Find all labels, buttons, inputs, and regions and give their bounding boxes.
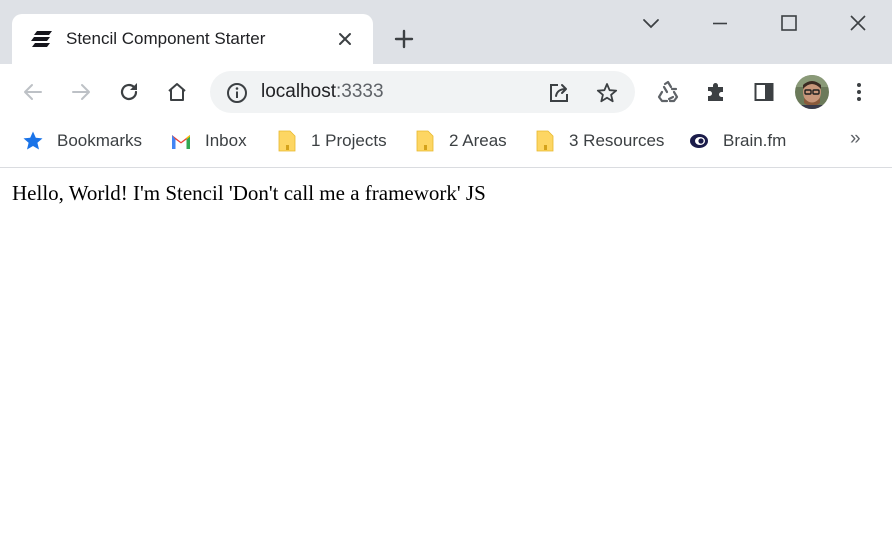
bookmark-brainfm[interactable]: Brain.fm (688, 128, 786, 154)
site-info-icon[interactable] (226, 82, 248, 104)
page-content: Hello, World! I'm Stencil 'Don't call me… (0, 168, 892, 555)
side-panel-button[interactable] (750, 78, 778, 106)
close-window-icon[interactable] (848, 13, 868, 33)
folder-icon (278, 130, 296, 152)
bookmark-label: 2 Areas (449, 131, 507, 150)
url-text[interactable]: localhost:3333 (261, 81, 384, 103)
page-greeting-text: Hello, World! I'm Stencil 'Don't call me… (12, 181, 486, 205)
tab-search-chevron-icon[interactable] (641, 13, 661, 33)
gmail-icon (171, 134, 191, 149)
bookmark-inbox[interactable]: Inbox (170, 128, 247, 154)
recycle-icon (657, 80, 679, 103)
tab-title: Stencil Component Starter (66, 29, 266, 48)
bookmarks-bar: Bookmarks Inbox 1 Projects 2 Areas 3 Res… (0, 120, 892, 168)
url-port: :3333 (336, 81, 384, 102)
brainfm-icon (690, 134, 708, 148)
forward-arrow-icon (72, 84, 90, 100)
home-button[interactable] (163, 78, 191, 106)
avatar-image (795, 75, 829, 109)
tab-strip: Stencil Component Starter (0, 0, 892, 64)
bookmarks-overflow-chevron[interactable]: » (850, 128, 861, 150)
bookmark-label: 3 Resources (569, 131, 665, 150)
folder-icon (416, 130, 434, 152)
bookmark-1-projects[interactable]: 1 Projects (276, 128, 387, 154)
active-tab[interactable]: Stencil Component Starter (12, 14, 373, 64)
bookmark-3-resources[interactable]: 3 Resources (534, 128, 664, 154)
profile-avatar[interactable] (795, 75, 829, 109)
menu-button[interactable] (845, 78, 873, 106)
url-host: localhost (261, 81, 336, 102)
extensions-button[interactable] (702, 78, 730, 106)
recycle-extension-button[interactable] (654, 78, 682, 106)
folder-icon (536, 130, 554, 152)
back-arrow-icon (24, 84, 42, 100)
forward-button[interactable] (67, 78, 95, 106)
bookmark-label: Bookmarks (57, 131, 143, 150)
minimize-icon[interactable] (710, 13, 730, 33)
side-panel-icon (754, 83, 774, 101)
reload-icon (120, 83, 138, 101)
bookmark-label: Brain.fm (723, 131, 787, 150)
bookmark-2-areas[interactable]: 2 Areas (414, 128, 507, 154)
share-icon[interactable] (547, 81, 571, 105)
bookmark-bookmarks[interactable]: Bookmarks (22, 128, 142, 154)
bookmark-star-icon[interactable] (595, 81, 619, 105)
bookmark-label: 1 Projects (311, 131, 387, 150)
browser-window: Stencil Component Starter localhost:3333… (0, 0, 892, 555)
toolbar: localhost:3333 (0, 64, 892, 120)
more-vert-icon (857, 83, 861, 101)
reload-button[interactable] (115, 78, 143, 106)
puzzle-piece-icon (708, 83, 723, 101)
new-tab-icon[interactable] (393, 28, 415, 50)
bookmark-label: Inbox (205, 131, 247, 150)
close-tab-icon[interactable] (336, 30, 354, 48)
star-icon (23, 131, 43, 150)
home-icon (168, 83, 186, 101)
back-button[interactable] (19, 78, 47, 106)
address-bar[interactable]: localhost:3333 (210, 71, 635, 113)
maximize-icon[interactable] (779, 13, 799, 33)
stencil-logo-icon (31, 31, 52, 47)
